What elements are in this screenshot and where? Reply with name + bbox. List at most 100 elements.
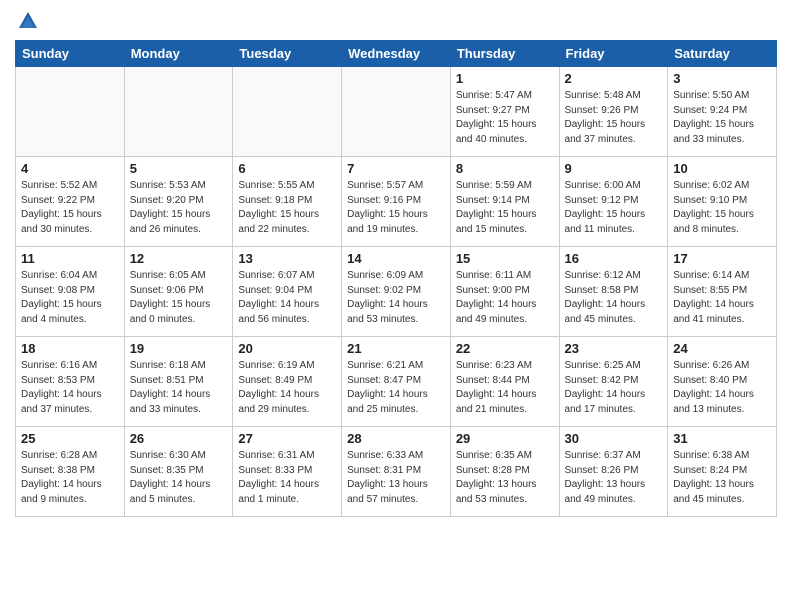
day-number: 7 <box>347 161 445 176</box>
day-info: Sunrise: 5:55 AMSunset: 9:18 PMDaylight:… <box>238 179 336 237</box>
day-number: 11 <box>21 251 119 266</box>
header-row: SundayMondayTuesdayWednesdayThursdayFrid… <box>16 41 777 67</box>
day-info: Sunrise: 6:05 AMSunset: 9:06 PMDaylight:… <box>130 269 228 327</box>
day-info: Sunrise: 6:28 AMSunset: 8:38 PMDaylight:… <box>21 449 119 507</box>
day-number: 5 <box>130 161 228 176</box>
day-info: Sunrise: 5:53 AMSunset: 9:20 PMDaylight:… <box>130 179 228 237</box>
day-cell: 30 Sunrise: 6:37 AMSunset: 8:26 PMDayligh… <box>559 427 668 517</box>
week-row-2: 4Sunrise: 5:52 AMSunset: 9:22 PMDaylight… <box>16 157 777 247</box>
day-cell: 16 Sunrise: 6:12 AMSunset: 8:58 PMDayligh… <box>559 247 668 337</box>
day-cell: 6 Sunrise: 5:55 AMSunset: 9:18 PMDaylight… <box>233 157 342 247</box>
day-number: 10 <box>673 161 771 176</box>
day-cell: 5 Sunrise: 5:53 AMSunset: 9:20 PMDaylight… <box>124 157 233 247</box>
day-info: Sunrise: 6:04 AMSunset: 9:08 PMDaylight:… <box>21 269 119 327</box>
week-row-3: 11 Sunrise: 6:04 AMSunset: 9:08 PMDayligh… <box>16 247 777 337</box>
day-number: 9 <box>565 161 663 176</box>
day-info: Sunrise: 6:31 AMSunset: 8:33 PMDaylight:… <box>238 449 336 507</box>
day-number: 19 <box>130 341 228 356</box>
day-info: Sunrise: 6:25 AMSunset: 8:42 PMDaylight:… <box>565 359 663 417</box>
day-info: Sunrise: 6:37 AMSunset: 8:26 PMDaylight:… <box>565 449 663 507</box>
day-info: Sunrise: 6:16 AMSunset: 8:53 PMDaylight:… <box>21 359 119 417</box>
week-row-1: 1 Sunrise: 5:47 AMSunset: 9:27 PMDaylight… <box>16 67 777 157</box>
day-number: 28 <box>347 431 445 446</box>
day-number: 14 <box>347 251 445 266</box>
day-number: 15 <box>456 251 554 266</box>
day-cell: 20Sunrise: 6:19 AMSunset: 8:49 PMDayligh… <box>233 337 342 427</box>
logo <box>15 10 39 32</box>
day-info: Sunrise: 5:47 AMSunset: 9:27 PMDaylight:… <box>456 89 554 147</box>
day-cell: 9Sunrise: 6:00 AMSunset: 9:12 PMDaylight… <box>559 157 668 247</box>
day-cell <box>233 67 342 157</box>
day-cell <box>342 67 451 157</box>
day-cell <box>16 67 125 157</box>
day-info: Sunrise: 6:07 AMSunset: 9:04 PMDaylight:… <box>238 269 336 327</box>
day-info: Sunrise: 5:48 AMSunset: 9:26 PMDaylight:… <box>565 89 663 147</box>
day-number: 31 <box>673 431 771 446</box>
day-number: 21 <box>347 341 445 356</box>
day-cell: 2 Sunrise: 5:48 AMSunset: 9:26 PMDaylight… <box>559 67 668 157</box>
day-cell: 14 Sunrise: 6:09 AMSunset: 9:02 PMDayligh… <box>342 247 451 337</box>
day-info: Sunrise: 6:11 AMSunset: 9:00 PMDaylight:… <box>456 269 554 327</box>
day-cell: 27Sunrise: 6:31 AMSunset: 8:33 PMDayligh… <box>233 427 342 517</box>
day-number: 13 <box>238 251 336 266</box>
day-info: Sunrise: 6:33 AMSunset: 8:31 PMDaylight:… <box>347 449 445 507</box>
day-cell: 8Sunrise: 5:59 AMSunset: 9:14 PMDaylight… <box>450 157 559 247</box>
col-header-sunday: Sunday <box>16 41 125 67</box>
day-number: 16 <box>565 251 663 266</box>
day-number: 4 <box>21 161 119 176</box>
day-number: 25 <box>21 431 119 446</box>
day-number: 6 <box>238 161 336 176</box>
day-number: 30 <box>565 431 663 446</box>
day-number: 2 <box>565 71 663 86</box>
day-info: Sunrise: 6:23 AMSunset: 8:44 PMDaylight:… <box>456 359 554 417</box>
day-info: Sunrise: 6:18 AMSunset: 8:51 PMDaylight:… <box>130 359 228 417</box>
calendar-table: SundayMondayTuesdayWednesdayThursdayFrid… <box>15 40 777 517</box>
day-cell: 3 Sunrise: 5:50 AMSunset: 9:24 PMDaylight… <box>668 67 777 157</box>
day-cell: 19 Sunrise: 6:18 AMSunset: 8:51 PMDayligh… <box>124 337 233 427</box>
day-info: Sunrise: 6:09 AMSunset: 9:02 PMDaylight:… <box>347 269 445 327</box>
week-row-4: 18 Sunrise: 6:16 AMSunset: 8:53 PMDayligh… <box>16 337 777 427</box>
day-cell: 11 Sunrise: 6:04 AMSunset: 9:08 PMDayligh… <box>16 247 125 337</box>
day-cell: 1 Sunrise: 5:47 AMSunset: 9:27 PMDaylight… <box>450 67 559 157</box>
day-cell: 24Sunrise: 6:26 AMSunset: 8:40 PMDayligh… <box>668 337 777 427</box>
col-header-thursday: Thursday <box>450 41 559 67</box>
day-cell: 7 Sunrise: 5:57 AMSunset: 9:16 PMDaylight… <box>342 157 451 247</box>
day-info: Sunrise: 6:12 AMSunset: 8:58 PMDaylight:… <box>565 269 663 327</box>
day-cell: 31 Sunrise: 6:38 AMSunset: 8:24 PMDayligh… <box>668 427 777 517</box>
day-number: 26 <box>130 431 228 446</box>
day-info: Sunrise: 5:59 AMSunset: 9:14 PMDaylight:… <box>456 179 554 237</box>
day-info: Sunrise: 6:38 AMSunset: 8:24 PMDaylight:… <box>673 449 771 507</box>
day-cell: 29 Sunrise: 6:35 AMSunset: 8:28 PMDayligh… <box>450 427 559 517</box>
day-cell: 15 Sunrise: 6:11 AMSunset: 9:00 PMDayligh… <box>450 247 559 337</box>
col-header-tuesday: Tuesday <box>233 41 342 67</box>
day-cell <box>124 67 233 157</box>
day-cell: 18 Sunrise: 6:16 AMSunset: 8:53 PMDayligh… <box>16 337 125 427</box>
col-header-wednesday: Wednesday <box>342 41 451 67</box>
day-cell: 12 Sunrise: 6:05 AMSunset: 9:06 PMDayligh… <box>124 247 233 337</box>
day-info: Sunrise: 6:30 AMSunset: 8:35 PMDaylight:… <box>130 449 228 507</box>
logo-icon <box>17 10 39 32</box>
day-number: 12 <box>130 251 228 266</box>
day-cell: 22 Sunrise: 6:23 AMSunset: 8:44 PMDayligh… <box>450 337 559 427</box>
page: SundayMondayTuesdayWednesdayThursdayFrid… <box>0 0 792 527</box>
day-number: 1 <box>456 71 554 86</box>
day-cell: 26 Sunrise: 6:30 AMSunset: 8:35 PMDayligh… <box>124 427 233 517</box>
day-cell: 23 Sunrise: 6:25 AMSunset: 8:42 PMDayligh… <box>559 337 668 427</box>
col-header-monday: Monday <box>124 41 233 67</box>
day-info: Sunrise: 6:02 AMSunset: 9:10 PMDaylight:… <box>673 179 771 237</box>
day-info: Sunrise: 6:26 AMSunset: 8:40 PMDaylight:… <box>673 359 771 417</box>
day-number: 17 <box>673 251 771 266</box>
day-number: 22 <box>456 341 554 356</box>
day-info: Sunrise: 6:19 AMSunset: 8:49 PMDaylight:… <box>238 359 336 417</box>
day-info: Sunrise: 5:50 AMSunset: 9:24 PMDaylight:… <box>673 89 771 147</box>
day-cell: 25 Sunrise: 6:28 AMSunset: 8:38 PMDayligh… <box>16 427 125 517</box>
week-row-5: 25 Sunrise: 6:28 AMSunset: 8:38 PMDayligh… <box>16 427 777 517</box>
day-info: Sunrise: 6:35 AMSunset: 8:28 PMDaylight:… <box>456 449 554 507</box>
day-number: 29 <box>456 431 554 446</box>
day-number: 18 <box>21 341 119 356</box>
day-number: 23 <box>565 341 663 356</box>
col-header-friday: Friday <box>559 41 668 67</box>
day-number: 3 <box>673 71 771 86</box>
day-info: Sunrise: 6:14 AMSunset: 8:55 PMDaylight:… <box>673 269 771 327</box>
day-info: Sunrise: 5:57 AMSunset: 9:16 PMDaylight:… <box>347 179 445 237</box>
